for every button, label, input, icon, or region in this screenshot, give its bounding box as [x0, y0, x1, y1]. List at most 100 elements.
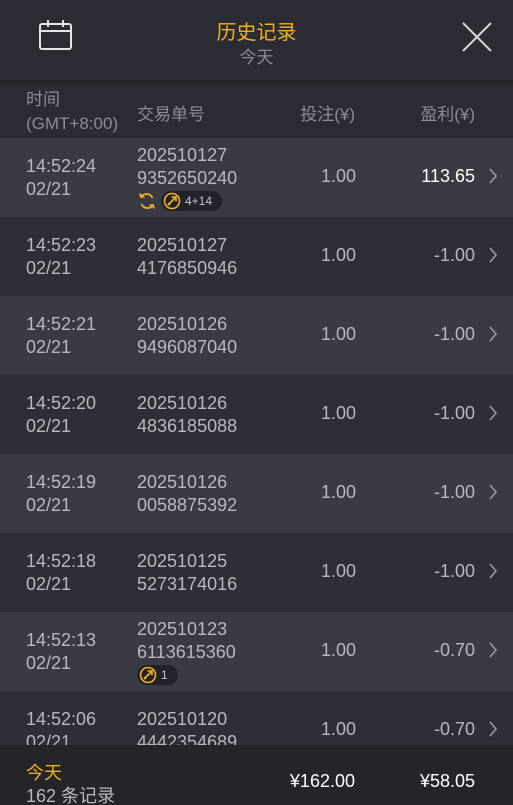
- row-order-part1: 202510126: [137, 472, 228, 492]
- history-screen: 历史记录 今天 时间 (GMT+8:00) 交易单号 投注(¥) 盈利(¥) 1…: [0, 0, 513, 805]
- row-time: 14:52:06 02/21: [26, 708, 96, 745]
- total-profit: ¥58.05: [419, 771, 475, 791]
- row-order-id: 202510125 5273174016: [137, 550, 237, 596]
- row-bet: 1.00: [320, 482, 356, 502]
- row-profit: -1.00: [433, 324, 475, 344]
- row-time: 14:52:21 02/21: [26, 313, 96, 359]
- row-profit: -1.00: [433, 561, 475, 581]
- row-order-id: 202510123 6113615360: [137, 618, 236, 664]
- row-date-value: 02/21: [26, 337, 72, 357]
- row-time-value: 14:52:06: [26, 709, 97, 729]
- chevron-right-icon: [488, 325, 498, 343]
- chevron-right-icon: [488, 562, 498, 580]
- row-order-id: 202510126 4836185088: [137, 392, 237, 438]
- row-order-part1: 202510127: [137, 235, 228, 255]
- row-order-part2: 0058875392: [137, 495, 238, 515]
- bonus-icon: [163, 192, 181, 210]
- total-bet: ¥162.00: [289, 771, 355, 791]
- close-icon[interactable]: [460, 20, 494, 54]
- row-order-part1: 202510127: [137, 145, 228, 165]
- feature-tags: 1: [137, 665, 178, 685]
- row-date-value: 02/21: [26, 179, 72, 199]
- column-header-time: 时间 (GMT+8:00): [26, 88, 118, 136]
- table-row[interactable]: 14:52:23 02/21 202510127 4176850946 1.00 -1.0…: [0, 217, 513, 296]
- row-order-part2: 4176850946: [137, 258, 238, 278]
- row-time: 14:52:20 02/21: [26, 392, 96, 438]
- row-bet: 1.00: [320, 245, 356, 265]
- column-header-timezone: (GMT+8:00): [26, 114, 119, 133]
- chevron-right-icon: [488, 167, 498, 185]
- free-spin-count: 4+14: [185, 194, 213, 208]
- row-bet: 1.00: [320, 561, 356, 581]
- row-order-part1: 202510126: [137, 393, 228, 413]
- row-profit: 113.65: [421, 166, 475, 186]
- row-date-value: 02/21: [26, 258, 72, 278]
- column-header-profit: 盈利(¥): [420, 105, 475, 124]
- column-header-bet: 投注(¥): [300, 105, 355, 124]
- refresh-icon: [137, 191, 157, 211]
- table-row[interactable]: 14:52:18 02/21 202510125 5273174016 1.00 -1.0…: [0, 533, 513, 612]
- row-time-value: 14:52:18: [26, 551, 97, 571]
- row-time-value: 14:52:19: [26, 472, 97, 492]
- row-bet: 1.00: [320, 640, 356, 660]
- row-date-value: 02/21: [26, 574, 72, 594]
- row-date-value: 02/21: [26, 416, 72, 436]
- table-row[interactable]: 14:52:20 02/21 202510126 4836185088 1.00 -1.0…: [0, 375, 513, 454]
- chevron-right-icon: [488, 246, 498, 264]
- table-row[interactable]: 14:52:19 02/21 202510126 0058875392 1.00 -1.0…: [0, 454, 513, 533]
- row-time-value: 14:52:13: [26, 630, 97, 650]
- row-profit: -1.00: [433, 403, 475, 423]
- row-time-value: 14:52:21: [26, 314, 97, 334]
- row-order-part1: 202510120: [137, 709, 228, 729]
- row-order-id: 202510127 4176850946: [137, 234, 237, 280]
- row-time-value: 14:52:23: [26, 235, 97, 255]
- column-header-time-label: 时间: [26, 90, 60, 109]
- row-order-part2: 6113615360: [137, 642, 236, 662]
- free-spin-badge: 4+14: [161, 191, 223, 211]
- header: 历史记录 今天: [0, 0, 513, 84]
- chevron-right-icon: [488, 483, 498, 501]
- row-date-value: 02/21: [26, 495, 72, 515]
- row-profit: -0.70: [433, 640, 475, 660]
- row-bet: 1.00: [320, 403, 356, 423]
- page-title: 历史记录: [216, 22, 297, 44]
- row-profit: -0.70: [433, 719, 475, 739]
- feature-tags: 4+14: [137, 191, 223, 211]
- row-order-part2: 4836185088: [137, 416, 238, 436]
- date-range-label: 今天: [239, 48, 274, 67]
- row-order-part2: 9496087040: [137, 337, 238, 357]
- row-order-id: 202510127 9352650240: [137, 144, 237, 190]
- row-bet: 1.00: [320, 719, 356, 739]
- row-order-part1: 202510126: [137, 314, 228, 334]
- chevron-right-icon: [488, 404, 498, 422]
- table-row[interactable]: 14:52:06 02/21 202510120 4442354689 1.00 -0.7…: [0, 691, 513, 745]
- row-date-value: 02/21: [26, 653, 72, 673]
- bonus-icon: [139, 666, 157, 684]
- free-spin-count: 1: [161, 668, 168, 682]
- summary-footer: 今天 162 条记录 ¥162.00 ¥58.05: [0, 745, 513, 805]
- row-bet: 1.00: [320, 324, 356, 344]
- table-row[interactable]: 14:52:24 02/21 202510127 9352650240 4+14 1.00…: [0, 138, 513, 217]
- row-order-part1: 202510123: [137, 619, 228, 639]
- row-time: 14:52:19 02/21: [26, 471, 96, 517]
- column-headers: 时间 (GMT+8:00) 交易单号 投注(¥) 盈利(¥): [0, 84, 513, 138]
- row-time-value: 14:52:20: [26, 393, 97, 413]
- row-order-part1: 202510125: [137, 551, 228, 571]
- table-row[interactable]: 14:52:13 02/21 202510123 6113615360 1 1.00 -0.…: [0, 612, 513, 691]
- free-spin-badge: 1: [137, 665, 178, 685]
- row-profit: -1.00: [433, 482, 475, 502]
- row-order-part2: 9352650240: [137, 168, 238, 188]
- row-bet: 1.00: [320, 166, 356, 186]
- row-order-part2: 5273174016: [137, 574, 238, 594]
- record-list: 14:52:24 02/21 202510127 9352650240 4+14 1.00…: [0, 138, 513, 745]
- column-header-order: 交易单号: [137, 105, 205, 124]
- record-count: 162 条记录: [26, 786, 116, 805]
- row-time: 14:52:18 02/21: [26, 550, 96, 596]
- table-row[interactable]: 14:52:21 02/21 202510126 9496087040 1.00 -1.0…: [0, 296, 513, 375]
- row-time: 14:52:24 02/21: [26, 155, 96, 201]
- row-order-id: 202510120 4442354689: [137, 708, 237, 745]
- row-order-id: 202510126 9496087040: [137, 313, 237, 359]
- row-time: 14:52:13 02/21: [26, 629, 96, 675]
- row-order-part2: 4442354689: [137, 732, 238, 745]
- row-time: 14:52:23 02/21: [26, 234, 96, 280]
